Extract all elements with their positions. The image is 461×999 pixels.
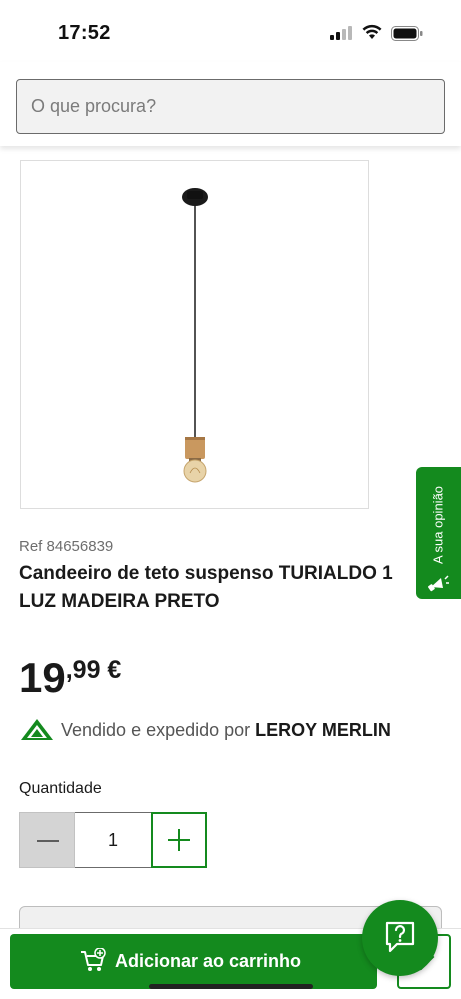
cellular-signal-icon bbox=[330, 26, 354, 40]
price-decimal: ,99 € bbox=[65, 656, 122, 684]
seller-name: LEROY MERLIN bbox=[255, 720, 391, 740]
megaphone-icon bbox=[428, 575, 449, 592]
quantity-decrease-button[interactable] bbox=[19, 812, 75, 868]
status-time: 17:52 bbox=[58, 22, 111, 44]
product-ref: Ref 84656839 bbox=[19, 538, 114, 555]
battery-icon bbox=[391, 26, 423, 41]
feedback-tab[interactable]: A sua opinião bbox=[416, 467, 461, 599]
wifi-icon bbox=[362, 24, 382, 39]
leroy-merlin-logo bbox=[21, 719, 53, 740]
help-chat-icon bbox=[385, 921, 415, 953]
pendant-lamp-image bbox=[182, 188, 208, 483]
product-title: Candeeiro de teto suspenso TURIALDO 1 LU… bbox=[19, 563, 393, 612]
search-header: O que procura? bbox=[0, 62, 461, 146]
product-image[interactable] bbox=[20, 160, 369, 509]
add-to-cart-button[interactable]: Adicionar ao carrinho bbox=[10, 934, 377, 989]
add-to-cart-label: Adicionar ao carrinho bbox=[115, 951, 302, 971]
search-input[interactable]: O que procura? bbox=[16, 79, 445, 134]
quantity-increase-button[interactable] bbox=[151, 812, 207, 868]
quantity-label: Quantidade bbox=[19, 780, 102, 797]
cart-add-icon bbox=[81, 948, 106, 971]
seller-info: Vendido e expedido por LEROY MERLIN bbox=[61, 720, 391, 741]
help-chat-button[interactable] bbox=[362, 900, 438, 976]
product-price: 19,99 € bbox=[19, 654, 121, 702]
seller-prefix: Vendido e expedido por bbox=[61, 720, 256, 740]
home-indicator bbox=[149, 984, 313, 989]
price-integer: 19 bbox=[19, 654, 66, 701]
quantity-value[interactable]: 1 bbox=[75, 812, 151, 868]
feedback-label: A sua opinião bbox=[430, 485, 446, 565]
status-bar: 17:52 bbox=[0, 0, 461, 62]
